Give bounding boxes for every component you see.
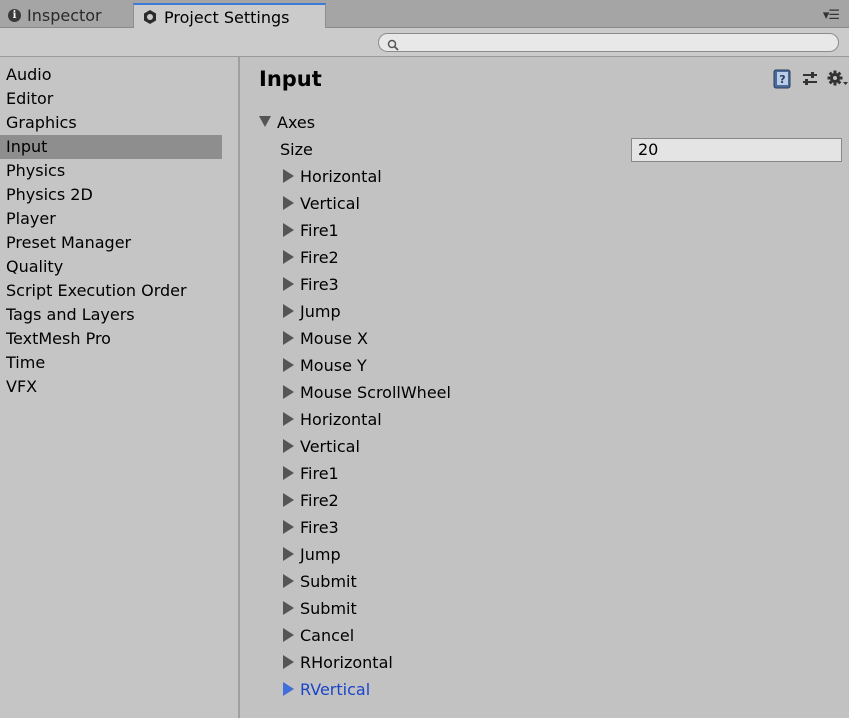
axis-item-highlighted[interactable]: RVertical [283, 677, 370, 703]
sidebar-item-textmesh-pro[interactable]: TextMesh Pro [0, 327, 222, 351]
axis-item[interactable]: Submit [283, 569, 357, 595]
axis-item[interactable]: Cancel [283, 623, 354, 649]
header-icons: ? [771, 69, 849, 89]
axis-label: Submit [300, 599, 357, 618]
search-input[interactable] [403, 35, 827, 52]
input-settings-panel: Input ? Axes Size 20 Horizontal Vertical… [242, 57, 849, 718]
axis-label: Fire3 [300, 275, 339, 294]
axis-label: Vertical [300, 194, 360, 213]
size-field[interactable]: 20 [631, 138, 842, 162]
sidebar-item-graphics[interactable]: Graphics [0, 111, 222, 135]
foldout-collapsed-icon [283, 330, 294, 345]
axis-label: Fire3 [300, 518, 339, 537]
settings-hexagon-icon [142, 9, 158, 25]
axis-item[interactable]: RHorizontal [283, 650, 393, 676]
foldout-collapsed-icon [283, 411, 294, 426]
help-book-icon[interactable]: ? [771, 69, 793, 89]
foldout-collapsed-icon [283, 357, 294, 372]
tab-bar: i Inspector Project Settings ▾☰ [0, 0, 849, 29]
axis-item[interactable]: Fire1 [283, 461, 339, 487]
axis-item[interactable]: Submit [283, 596, 357, 622]
search-icon [387, 36, 399, 55]
sidebar-item-vfx[interactable]: VFX [0, 375, 222, 399]
foldout-collapsed-icon [283, 546, 294, 561]
gear-icon[interactable] [827, 69, 849, 89]
axis-label: Fire1 [300, 221, 339, 240]
axis-item[interactable]: Horizontal [283, 164, 382, 190]
foldout-collapsed-icon [283, 573, 294, 588]
axis-item[interactable]: Fire1 [283, 218, 339, 244]
axes-label: Axes [277, 113, 316, 132]
axis-label: RVertical [300, 680, 371, 699]
foldout-collapsed-icon [283, 222, 294, 237]
axis-label: Mouse ScrollWheel [300, 383, 451, 402]
search-row [0, 28, 849, 57]
axis-label: RHorizontal [300, 653, 393, 672]
sidebar-item-physics-2d[interactable]: Physics 2D [0, 183, 222, 207]
foldout-expanded-icon [259, 116, 271, 127]
axis-item[interactable]: Vertical [283, 434, 360, 460]
page-title: Input [259, 67, 322, 91]
axis-label: Fire2 [300, 491, 339, 510]
axis-item[interactable]: Mouse ScrollWheel [283, 380, 451, 406]
sidebar-item-editor[interactable]: Editor [0, 87, 222, 111]
foldout-collapsed-icon [283, 465, 294, 480]
axis-label: Submit [300, 572, 357, 591]
foldout-collapsed-icon [283, 276, 294, 291]
axis-item[interactable]: Jump [283, 542, 341, 568]
axis-label: Horizontal [300, 167, 382, 186]
sidebar-item-quality[interactable]: Quality [0, 255, 222, 279]
axis-item[interactable]: Horizontal [283, 407, 382, 433]
foldout-collapsed-icon [283, 195, 294, 210]
axis-label: Fire2 [300, 248, 339, 267]
axis-label: Mouse X [300, 329, 368, 348]
axis-item[interactable]: Mouse X [283, 326, 368, 352]
tab-inspector-label: Inspector [27, 5, 102, 25]
sidebar-item-player[interactable]: Player [0, 207, 222, 231]
axis-label: Mouse Y [300, 356, 367, 375]
sidebar-item-preset-manager[interactable]: Preset Manager [0, 231, 222, 255]
axis-label: Fire1 [300, 464, 339, 483]
axis-label: Cancel [300, 626, 355, 645]
axis-item[interactable]: Mouse Y [283, 353, 367, 379]
axis-label: Vertical [300, 437, 360, 456]
axis-item[interactable]: Fire2 [283, 488, 339, 514]
foldout-collapsed-icon [283, 492, 294, 507]
sidebar-item-time[interactable]: Time [0, 351, 222, 375]
sidebar-item-physics[interactable]: Physics [0, 159, 222, 183]
foldout-collapsed-icon [283, 600, 294, 615]
foldout-collapsed-icon [283, 519, 294, 534]
axis-item[interactable]: Fire2 [283, 245, 339, 271]
search-box [378, 33, 839, 52]
tab-inspector[interactable]: i Inspector [0, 2, 128, 28]
foldout-collapsed-icon [283, 384, 294, 399]
tab-project-settings[interactable]: Project Settings [133, 3, 326, 29]
info-icon: i [8, 8, 21, 22]
window-menu-icon[interactable]: ▾☰ [823, 8, 840, 23]
foldout-collapsed-icon [283, 438, 294, 453]
tab-project-settings-label: Project Settings [164, 7, 290, 27]
axis-label: Jump [300, 302, 341, 321]
svg-text:?: ? [779, 73, 785, 86]
size-label: Size [280, 140, 313, 159]
foldout-collapsed-icon [283, 654, 294, 669]
sidebar-item-input[interactable]: Input [0, 135, 222, 159]
preset-sliders-icon[interactable] [799, 69, 821, 89]
sidebar-item-script-execution-order[interactable]: Script Execution Order [0, 279, 222, 303]
foldout-collapsed-icon [283, 681, 294, 696]
axis-item[interactable]: Jump [283, 299, 341, 325]
settings-sidebar: Audio Editor Graphics Input Physics Phys… [0, 57, 240, 718]
axis-item[interactable]: Fire3 [283, 515, 339, 541]
sidebar-item-audio[interactable]: Audio [0, 63, 222, 87]
sidebar-item-tags-and-layers[interactable]: Tags and Layers [0, 303, 222, 327]
foldout-collapsed-icon [283, 303, 294, 318]
foldout-collapsed-icon [283, 249, 294, 264]
axis-item[interactable]: Vertical [283, 191, 360, 217]
axis-item[interactable]: Fire3 [283, 272, 339, 298]
foldout-collapsed-icon [283, 627, 294, 642]
foldout-collapsed-icon [283, 168, 294, 183]
axes-foldout[interactable]: Axes [259, 110, 315, 136]
axis-label: Jump [300, 545, 341, 564]
axis-label: Horizontal [300, 410, 382, 429]
